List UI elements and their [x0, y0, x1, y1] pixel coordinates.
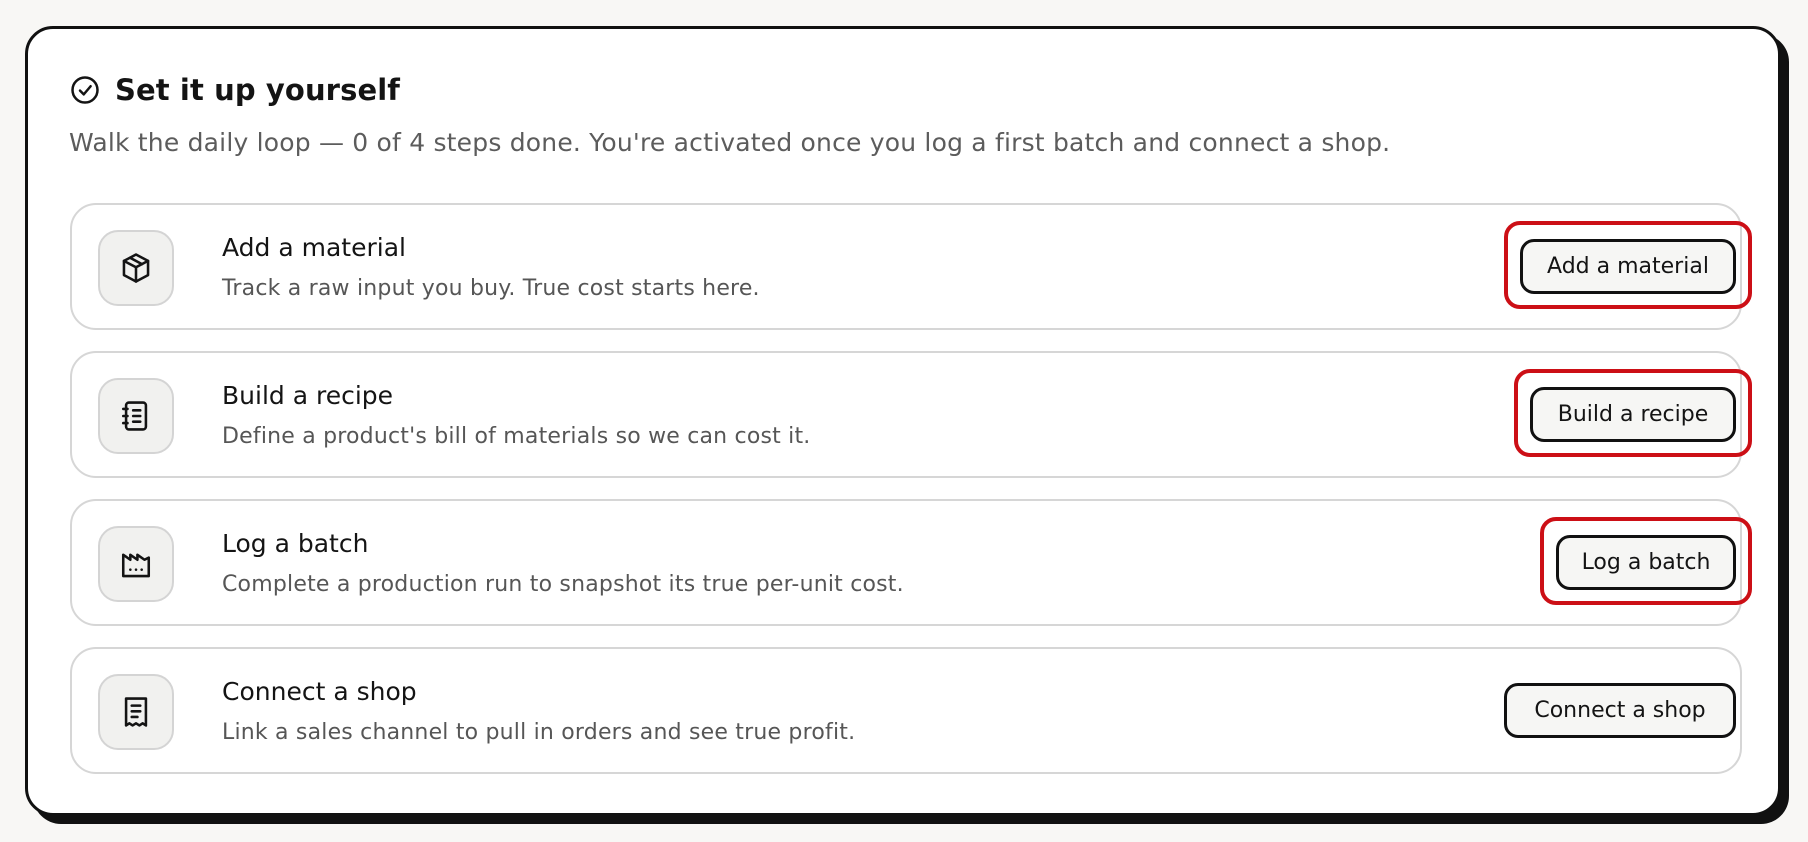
step-description: Link a sales channel to pull in orders a…: [222, 720, 856, 745]
connect-shop-button[interactable]: Connect a shop: [1504, 683, 1736, 738]
step-description: Track a raw input you buy. True cost sta…: [222, 276, 760, 301]
step-title: Connect a shop: [222, 677, 417, 706]
checklist-title: Set it up yourself: [115, 73, 400, 107]
step-title: Build a recipe: [222, 381, 394, 410]
step-title: Add a material: [222, 233, 406, 262]
step-log-batch: Log a batch Complete a production run to…: [70, 499, 1752, 626]
factory-icon: [98, 526, 174, 602]
step-description: Complete a production run to snapshot it…: [222, 572, 904, 597]
box-icon: [98, 230, 174, 306]
receipt-icon: [98, 674, 174, 750]
step-add-material: Add a material Track a raw input you buy…: [70, 203, 1752, 330]
log-batch-button[interactable]: Log a batch: [1556, 535, 1736, 590]
notebook-icon: [98, 378, 174, 454]
setup-checklist-card: Set it up yourself Walk the daily loop —…: [25, 26, 1781, 816]
steps-list: Add a material Track a raw input you buy…: [70, 203, 1752, 795]
step-connect-shop: Connect a shop Link a sales channel to p…: [70, 647, 1742, 774]
step-title: Log a batch: [222, 529, 369, 558]
step-description: Define a product's bill of materials so …: [222, 424, 811, 449]
check-circle-icon: [69, 74, 101, 106]
step-build-recipe: Build a recipe Define a product's bill o…: [70, 351, 1752, 478]
build-recipe-button[interactable]: Build a recipe: [1530, 387, 1736, 442]
add-material-button[interactable]: Add a material: [1520, 239, 1736, 294]
checklist-header: Set it up yourself: [69, 73, 400, 107]
checklist-subtitle: Walk the daily loop — 0 of 4 steps done.…: [69, 128, 1391, 157]
